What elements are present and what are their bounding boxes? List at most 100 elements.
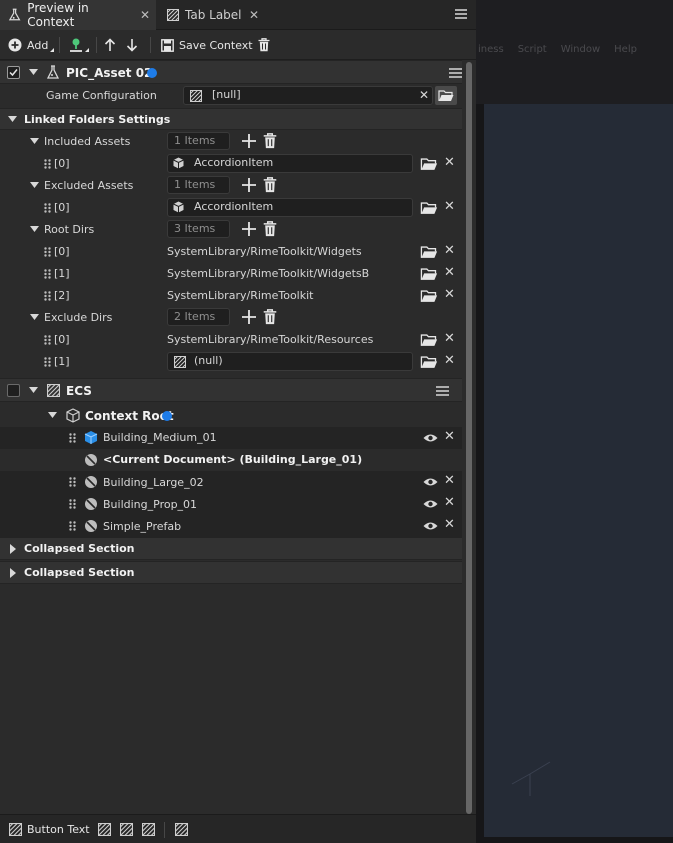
chevron-right-icon[interactable] [10, 544, 16, 554]
checkbox[interactable] [7, 66, 20, 79]
remove-icon[interactable]: ✕ [444, 199, 455, 214]
folder-open-icon[interactable] [420, 246, 438, 259]
tab-tab-label[interactable]: Tab Label ✕ [159, 0, 265, 30]
tab-preview-in-context[interactable]: Preview in Context ✕ [0, 0, 156, 30]
move-down-button[interactable] [126, 31, 138, 59]
game-configuration-value: [null] [212, 88, 241, 101]
drag-handle-icon[interactable] [69, 477, 76, 487]
folder-open-icon[interactable] [420, 334, 438, 347]
folder-open-icon[interactable] [420, 202, 438, 215]
trash-icon[interactable] [263, 221, 277, 237]
drag-handle-icon[interactable] [44, 357, 51, 367]
plus-icon[interactable] [242, 222, 256, 236]
chevron-down-icon[interactable] [48, 412, 57, 419]
drag-handle-icon[interactable] [44, 203, 51, 213]
chevron-down-icon[interactable] [30, 138, 39, 145]
remove-icon[interactable]: ✕ [444, 265, 455, 280]
asset-field[interactable]: AccordionItem [167, 154, 413, 173]
folder-open-icon[interactable] [420, 268, 438, 281]
add-button[interactable]: Add [8, 31, 55, 59]
close-icon[interactable]: ✕ [249, 8, 259, 22]
drag-handle-icon[interactable] [44, 335, 51, 345]
remove-icon[interactable]: ✕ [444, 429, 455, 444]
browse-button[interactable] [435, 86, 457, 105]
table-row[interactable]: Simple_Prefab ✕ [0, 515, 462, 537]
ecs-header[interactable]: ECS [0, 378, 462, 402]
trash-icon[interactable] [263, 309, 277, 325]
excluded-assets-count[interactable]: 1 Items [167, 176, 230, 194]
eye-icon[interactable] [423, 433, 438, 443]
collapsed-section[interactable]: Collapsed Section [0, 561, 462, 584]
close-icon[interactable]: ✕ [140, 8, 150, 22]
folder-open-icon[interactable] [420, 290, 438, 303]
trash-icon[interactable] [263, 177, 277, 193]
chevron-down-icon[interactable] [8, 116, 17, 123]
checkbox[interactable] [7, 384, 20, 397]
drag-handle-icon[interactable] [69, 499, 76, 509]
item-label: Building_Large_02 [103, 476, 204, 489]
game-configuration-field[interactable]: [null] [183, 86, 433, 105]
drag-handle-icon[interactable] [44, 247, 51, 257]
eye-icon[interactable] [423, 477, 438, 487]
plus-icon[interactable] [242, 178, 256, 192]
folder-field[interactable]: (null) [167, 352, 413, 371]
context-root-row[interactable]: Context Root [0, 405, 462, 427]
placeholder-icon[interactable] [142, 823, 155, 836]
asset-header[interactable]: PIC_Asset 02 [0, 60, 462, 84]
drag-handle-icon[interactable] [44, 269, 51, 279]
plus-icon[interactable] [242, 310, 256, 324]
drag-handle-icon[interactable] [69, 433, 76, 443]
eye-icon[interactable] [423, 499, 438, 509]
locate-button[interactable] [68, 31, 89, 59]
hamburger-menu-icon[interactable] [454, 7, 468, 21]
placeholder-icon[interactable] [175, 823, 188, 836]
placeholder-icon[interactable] [120, 823, 133, 836]
table-row[interactable]: Building_Large_02 ✕ [0, 471, 462, 493]
chevron-down-icon[interactable] [29, 69, 38, 76]
clear-icon[interactable]: ✕ [419, 88, 429, 102]
remove-icon[interactable]: ✕ [444, 287, 455, 302]
trash-icon [258, 38, 270, 52]
save-context-button[interactable]: Save Context [161, 31, 253, 59]
footer-text-button[interactable]: Button Text [9, 815, 90, 843]
placeholder-icon[interactable] [98, 823, 111, 836]
folder-path[interactable]: SystemLibrary/RimeToolkit [167, 289, 313, 302]
remove-icon[interactable]: ✕ [444, 331, 455, 346]
chevron-down-icon[interactable] [30, 226, 39, 233]
eye-icon[interactable] [423, 521, 438, 531]
drag-handle-icon[interactable] [44, 291, 51, 301]
chevron-down-icon[interactable] [30, 314, 39, 321]
table-row[interactable]: Building_Prop_01 ✕ [0, 493, 462, 515]
remove-icon[interactable]: ✕ [444, 353, 455, 368]
drag-handle-icon[interactable] [44, 159, 51, 169]
table-row[interactable]: Building_Medium_01 ✕ [0, 427, 462, 449]
remove-icon[interactable]: ✕ [444, 243, 455, 258]
chevron-down-icon[interactable] [29, 387, 38, 394]
collapsed-section[interactable]: Collapsed Section [0, 537, 462, 560]
table-row[interactable]: <Current Document> (Building_Large_01) [0, 449, 462, 471]
hamburger-menu-icon[interactable] [436, 385, 449, 397]
chevron-right-icon[interactable] [10, 568, 16, 578]
hamburger-menu-icon[interactable] [449, 67, 462, 79]
trash-icon[interactable] [263, 133, 277, 149]
remove-icon[interactable]: ✕ [444, 517, 455, 532]
folder-path[interactable]: SystemLibrary/RimeToolkit/Resources [167, 333, 373, 346]
delete-button[interactable] [258, 31, 270, 59]
folder-open-icon[interactable] [420, 158, 438, 171]
chevron-down-icon[interactable] [30, 182, 39, 189]
plus-icon[interactable] [242, 134, 256, 148]
folder-open-icon[interactable] [420, 356, 438, 369]
folder-path[interactable]: SystemLibrary/RimeToolkit/Widgets [167, 245, 362, 258]
remove-icon[interactable]: ✕ [444, 495, 455, 510]
move-up-button[interactable] [104, 31, 116, 59]
scrollbar-thumb[interactable] [466, 62, 472, 814]
included-assets-count[interactable]: 1 Items [167, 132, 230, 150]
root-dirs-count[interactable]: 3 Items [167, 220, 230, 238]
drag-handle-icon[interactable] [69, 521, 76, 531]
linked-folders-header[interactable]: Linked Folders Settings [0, 108, 462, 130]
folder-path[interactable]: SystemLibrary/RimeToolkit/WidgetsB [167, 267, 369, 280]
exclude-dirs-count[interactable]: 2 Items [167, 308, 230, 326]
remove-icon[interactable]: ✕ [444, 155, 455, 170]
asset-field[interactable]: AccordionItem [167, 198, 413, 217]
remove-icon[interactable]: ✕ [444, 473, 455, 488]
